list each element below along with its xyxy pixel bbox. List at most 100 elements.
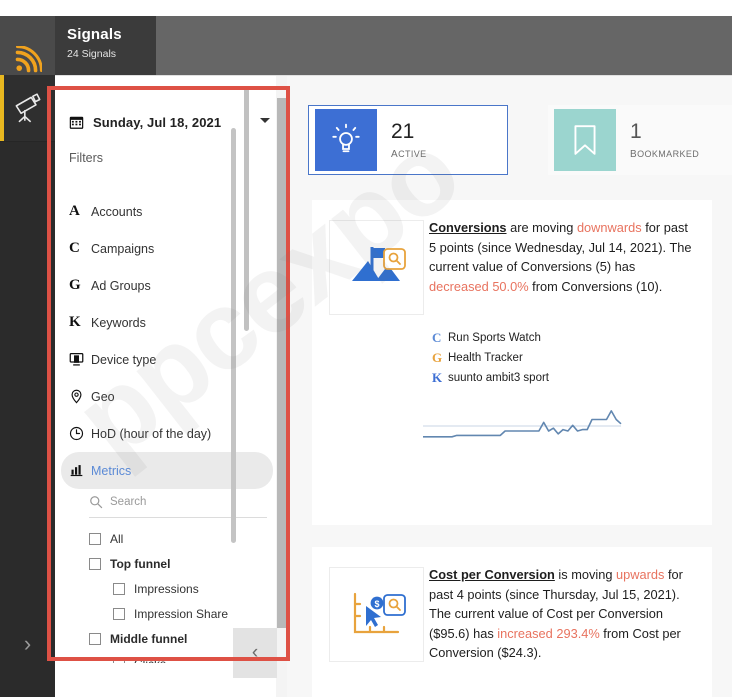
entity-type-icon: C [432, 330, 442, 345]
stat-card-bookmarked[interactable]: 1 Bookmarked [548, 105, 732, 175]
stat-card-active[interactable]: 21 Active [308, 105, 508, 175]
metric-link[interactable]: Cost per Conversion [429, 567, 555, 582]
tab-signals-title: Signals [67, 26, 122, 43]
checkbox-label: Impressions [134, 581, 199, 596]
filter-item-label: Accounts [91, 204, 143, 219]
filter-item-label: Geo [91, 389, 115, 404]
panel-scrollbar-thumb[interactable] [277, 98, 286, 628]
filter-letter-icon: A [69, 203, 80, 219]
checkbox-label: Clicks [134, 657, 166, 664]
filters-label: Filters [69, 151, 104, 165]
signal-entity-list: C Run Sports Watch G Health Tracker Ksuunto … [432, 328, 549, 388]
filter-item-label: Device type [91, 352, 157, 367]
trend-emphasis: upwards [616, 567, 665, 582]
entity-name: Run Sports Watch [448, 332, 541, 344]
rss-signal-icon [15, 46, 42, 73]
text-run: are moving [506, 220, 577, 235]
entity-type-icon: K [432, 370, 443, 385]
checkbox-impressions[interactable] [113, 582, 125, 595]
pin-icon [69, 389, 91, 404]
signal-text-block: Cost per Conversion is moving upwards fo… [429, 565, 693, 663]
bookmark-icon-tile [554, 109, 616, 171]
rail-active-accent [0, 75, 4, 141]
rail-expand-button[interactable]: › [0, 615, 55, 673]
checkbox-row[interactable]: Impression Share [89, 601, 279, 626]
calendar-icon [69, 116, 84, 129]
chevron-down-icon[interactable] [260, 118, 270, 123]
entity-type-icon: G [432, 350, 443, 365]
device-icon [69, 352, 91, 367]
collapse-panel-button[interactable]: ‹ [233, 628, 277, 678]
filter-letter-icon: G [69, 277, 81, 293]
sparkline-chart [423, 410, 622, 438]
signal-card-cost-per-conversion[interactable]: $ Cost per Conversion is moving upwards … [312, 547, 712, 697]
filter-letter-icon: C [69, 240, 80, 256]
tab-signals-subtitle: 24 Signals [67, 48, 117, 60]
text-run: is moving [554, 567, 617, 582]
mountain-flag-search-icon [351, 246, 406, 281]
checkbox-label: All [110, 531, 124, 546]
telescope-icon [15, 93, 41, 123]
filter-item-geo[interactable]: Geo [57, 378, 282, 415]
signal-thumbnail [329, 220, 424, 315]
barchart-icon [69, 463, 91, 478]
checkbox-label: Middle funnel [110, 631, 188, 646]
filter-item-device-type[interactable]: Device type [57, 341, 282, 378]
text-run: from Conversions (10). [528, 278, 663, 294]
checkbox-row[interactable]: Top funnel [89, 551, 279, 576]
entity-row[interactable]: Ksuunto ambit3 sport [432, 368, 549, 388]
filter-letter-icon: K [69, 314, 81, 330]
metrics-search [89, 490, 267, 518]
trend-emphasis: decreased 50.0% [429, 278, 529, 294]
date-picker-value: Sunday, Jul 18, 2021 [93, 114, 222, 130]
checkbox-middle-funnel[interactable] [89, 632, 101, 645]
filter-item-label: Keywords [91, 315, 146, 330]
svg-text:$: $ [374, 599, 379, 609]
filter-item-metrics[interactable]: Metrics [61, 452, 273, 489]
lightbulb-icon-tile [315, 109, 377, 171]
entity-row[interactable]: C Run Sports Watch [432, 328, 549, 348]
rail-item-explorer[interactable] [0, 75, 55, 141]
signal-description: Cost per Conversion is moving upwards fo… [429, 565, 693, 663]
search-underline [89, 517, 267, 518]
lightbulb-icon [332, 123, 360, 153]
filter-item-label: Ad Groups [91, 278, 151, 293]
checkbox-label: Impression Share [134, 606, 229, 621]
metrics-scrollbar[interactable] [231, 128, 236, 543]
bookmark-icon [574, 125, 596, 155]
clock-icon [69, 426, 91, 441]
checkbox-clicks[interactable] [113, 657, 125, 663]
signal-text-block: Conversions are moving downwards for pas… [429, 218, 693, 296]
stat-active-caption: Active [391, 144, 427, 160]
chart-cursor-dollar-search-icon: $ [353, 592, 406, 633]
filter-item-hod-hour-of-the-day[interactable]: HoD (hour of the day) [57, 415, 282, 452]
tab-signals[interactable]: Signals 24 Signals [55, 16, 156, 75]
page-top-divider [55, 75, 732, 76]
filter-item-label: Metrics [91, 463, 132, 478]
checkbox-label: Top funnel [110, 556, 171, 571]
trend-emphasis: downwards [576, 220, 642, 235]
header-logo-cell [0, 16, 55, 75]
metric-link[interactable]: Conversions [429, 220, 507, 235]
checkbox-all[interactable] [89, 532, 101, 545]
search-icon [90, 496, 103, 509]
signal-description: Conversions are moving downwards for pas… [429, 218, 693, 296]
checkbox-row[interactable]: Impressions [89, 576, 279, 601]
signal-card-conversions[interactable]: Conversions are moving downwards for pas… [312, 200, 712, 525]
checkbox-row[interactable]: All [89, 526, 279, 551]
signal-sparkline [417, 400, 627, 455]
search-input[interactable] [110, 496, 250, 508]
stat-bookmarked-value: 1 [630, 120, 642, 143]
trend-emphasis: increased 293.4% [497, 625, 600, 641]
checkbox-top-funnel[interactable] [89, 557, 101, 570]
filter-item-label: HoD (hour of the day) [91, 426, 212, 441]
app-root: Signals 24 Signals › Sunday, Jul 18, 202… [0, 0, 732, 697]
signal-thumbnail: $ [329, 567, 424, 662]
stat-bookmarked-caption: Bookmarked [630, 144, 700, 160]
stat-active-value: 21 [391, 120, 415, 143]
entity-row[interactable]: G Health Tracker [432, 348, 549, 368]
window-top-strip [0, 0, 732, 16]
filter-item-label: Campaigns [91, 241, 155, 256]
filter-list-scrollbar[interactable] [244, 88, 249, 331]
checkbox-impression-share[interactable] [113, 607, 125, 620]
